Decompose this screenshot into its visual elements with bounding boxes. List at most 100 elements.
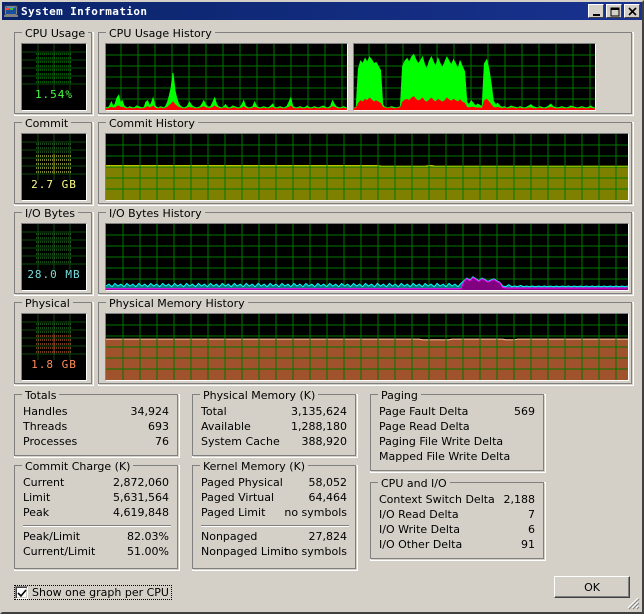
maximize-button[interactable] [606,4,622,18]
stat-value: 64,464 [308,491,348,504]
stat-label: Available [201,420,251,433]
group-cpu-and-io-label: CPU and I/O [378,477,450,490]
table-row: Available 1,288,180 [201,420,349,435]
stat-label: Threads [23,420,68,433]
group-io-bytes-history-label: I/O Bytes History [106,207,205,220]
io-bytes-gauge: 28.0 MB [21,223,87,291]
physical-memory-history-graph [105,313,629,381]
table-row: Handles 34,924 [23,405,171,420]
group-commit-charge: Commit Charge (K) Current 2,872,060 Limi… [14,460,180,571]
group-cpu-usage-history-label: CPU Usage History [106,27,215,40]
table-row: I/O Read Delta 7 [379,508,537,523]
stat-label: System Cache [201,435,280,448]
stat-value: 388,920 [301,435,348,448]
checkbox-box[interactable] [15,586,28,599]
stat-value: 2,188 [503,493,536,506]
group-cpu-and-io: CPU and I/O Context Switch Delta 2,188 I… [370,477,546,561]
group-commit-charge-label: Commit Charge (K) [22,460,134,473]
window-controls [588,4,640,18]
group-physical-label: Physical [22,297,73,310]
table-row: Paged Physical 58,052 [201,476,349,491]
table-row: Peak/Limit 82.03% [23,530,171,545]
stat-label: Peak/Limit [23,530,81,543]
stat-label: Page Fault Delta [379,405,469,418]
checkbox-label: Show one graph per CPU [32,586,169,599]
stat-label: Nonpaged Limit [201,545,289,558]
group-commit: Commit 2.7 GB [14,117,94,206]
cpu-usage-gauge: 1.54% [21,43,87,111]
stat-value: no symbols [284,506,347,519]
stat-value: 5,631,564 [113,491,169,504]
window-title: System Information [21,4,148,18]
io-bytes-gauge-value: 28.0 MB [27,268,81,281]
table-row: Total 3,135,624 [201,405,349,420]
group-physical-memory-history: Physical Memory History [98,297,634,386]
cpu1-history-graph [353,43,596,111]
stat-label: Paged Physical [201,476,283,489]
stat-value: no symbols [284,545,347,558]
stat-label: Limit [23,491,51,504]
cpu0-history-graph [105,43,348,111]
cpu-usage-value: 1.54% [34,88,74,101]
group-physical-memory: Physical Memory (K) Total 3,135,624 Avai… [192,389,358,458]
table-row: Limit 5,631,564 [23,491,171,506]
stat-value: 693 [148,420,169,433]
group-paging-label: Paging [378,389,421,402]
stat-label: Handles [23,405,68,418]
system-information-icon [4,4,18,18]
group-physical: Physical 1.8 GB [14,297,94,386]
title-bar[interactable]: System Information [2,2,642,20]
stat-label: Total [201,405,227,418]
stat-value: 27,824 [308,530,348,543]
close-button[interactable] [624,4,640,18]
commit-gauge: 2.7 GB [21,133,87,201]
stat-value: 1,288,180 [291,420,347,433]
stat-value: 51.00% [127,545,169,558]
minimize-button[interactable] [588,4,604,18]
physical-gauge-value: 1.8 GB [31,358,77,371]
ok-button[interactable]: OK [554,576,630,598]
group-io-bytes-label: I/O Bytes [22,207,78,220]
group-cpu-usage-label: CPU Usage [22,27,89,40]
stat-label: Paged Virtual [201,491,275,504]
stat-value: 7 [528,508,535,521]
table-row: I/O Other Delta 91 [379,538,537,553]
group-cpu-usage-history: CPU Usage History [98,27,634,116]
table-row: Current 2,872,060 [23,476,171,491]
table-row: Peak 4,619,848 [23,506,171,521]
table-row: Page Fault Delta 569 [379,405,537,420]
group-commit-history-label: Commit History [106,117,198,130]
stat-value: 3,135,624 [291,405,347,418]
stat-label: Paged Limit [201,506,266,519]
table-row: Page Read Delta [379,420,537,435]
commit-history-graph [105,133,629,201]
table-row: Paged Virtual 64,464 [201,491,349,506]
stat-label: I/O Other Delta [379,538,463,551]
resize-grip[interactable] [626,596,640,610]
stat-value: 34,924 [130,405,170,418]
group-kernel-memory-label: Kernel Memory (K) [200,460,309,473]
stat-value: 6 [528,523,535,536]
divider [23,525,171,527]
physical-gauge: 1.8 GB [21,313,87,381]
system-information-window: System Information CPU Usage 1.54% CPU U… [0,0,644,614]
stat-label: Paging File Write Delta [379,435,504,448]
table-row: Processes 76 [23,435,171,450]
group-totals-label: Totals [22,389,60,402]
group-commit-history: Commit History [98,117,634,206]
table-row: Mapped File Write Delta [379,450,537,465]
table-row: System Cache 388,920 [201,435,349,450]
stat-label: Processes [23,435,78,448]
stat-value: 58,052 [308,476,348,489]
stat-label: I/O Write Delta [379,523,460,536]
group-commit-label: Commit [22,117,72,130]
stat-label: Mapped File Write Delta [379,450,511,463]
divider [201,525,349,527]
show-one-graph-per-cpu-checkbox[interactable]: Show one graph per CPU [14,585,172,600]
table-row: Paging File Write Delta [379,435,537,450]
stat-label: Context Switch Delta [379,493,495,506]
group-physical-memory-history-label: Physical Memory History [106,297,248,310]
stat-value: 82.03% [127,530,169,543]
ok-button-label: OK [584,580,600,594]
group-totals: Totals Handles 34,924 Threads 693 Proces… [14,389,180,458]
